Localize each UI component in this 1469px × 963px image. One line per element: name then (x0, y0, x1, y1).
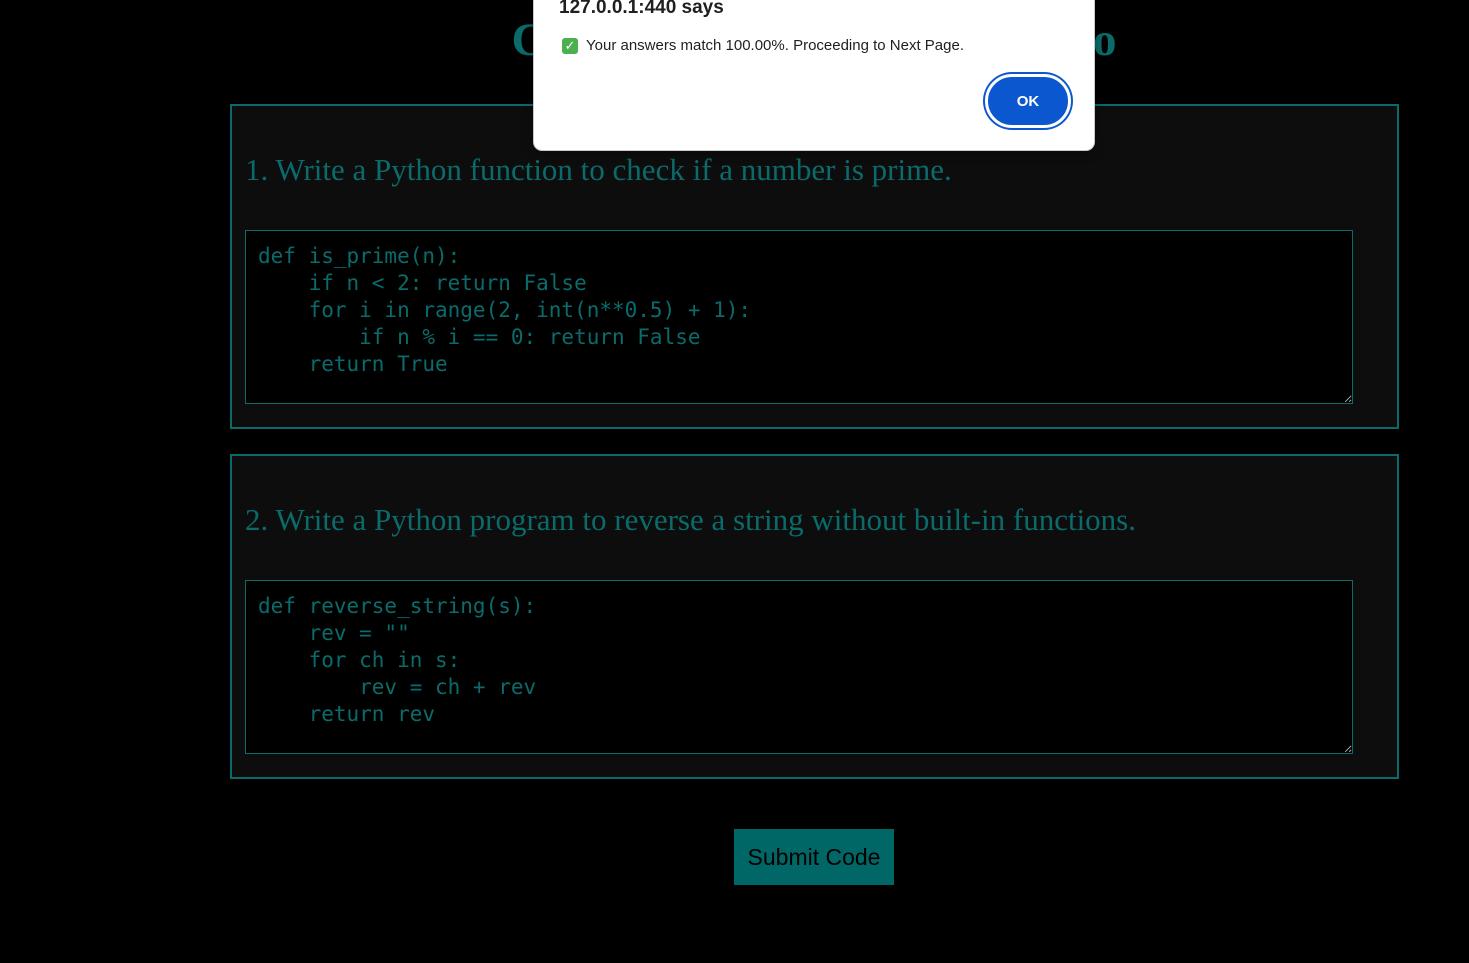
question-card-2: 2. Write a Python program to reverse a s… (230, 454, 1399, 779)
alert-message-text: Your answers match 100.00%. Proceeding t… (586, 37, 965, 54)
ok-button[interactable]: OK (985, 74, 1071, 128)
question-1-text: 1. Write a Python function to check if a… (245, 152, 952, 187)
question-2-code-input[interactable] (245, 580, 1353, 754)
question-1-code-input[interactable] (245, 230, 1353, 404)
check-icon: ✓ (562, 37, 578, 54)
alert-message-row: ✓ Your answers match 100.00%. Proceeding… (562, 37, 964, 54)
alert-dialog: 127.0.0.1:440 says ✓ Your answers match … (533, 0, 1095, 151)
submit-code-button[interactable]: Submit Code (734, 829, 894, 885)
alert-origin: 127.0.0.1:440 says (559, 0, 724, 18)
question-card-1: 1. Write a Python function to check if a… (230, 104, 1399, 429)
question-2-text: 2. Write a Python program to reverse a s… (245, 502, 1136, 537)
